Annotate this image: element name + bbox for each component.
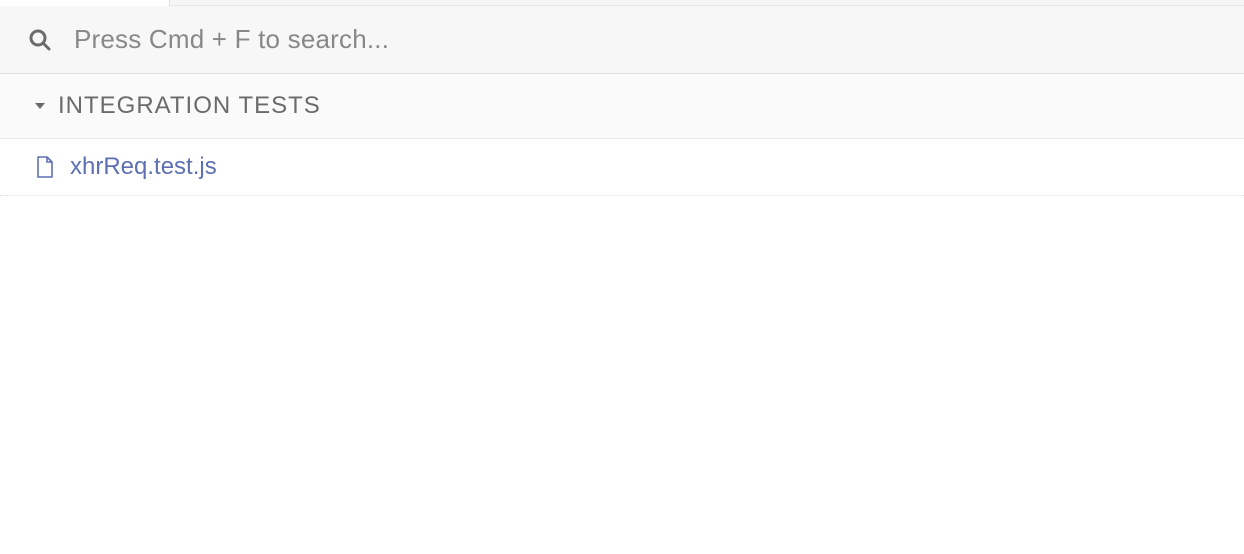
caret-down-icon <box>34 100 46 112</box>
test-file-name: xhrReq.test.js <box>70 153 217 181</box>
active-tab-indicator <box>0 0 170 6</box>
file-icon <box>36 156 54 178</box>
search-placeholder: Press Cmd + F to search... <box>74 24 389 55</box>
section-header-integration-tests[interactable]: INTEGRATION TESTS <box>0 74 1244 139</box>
search-icon <box>28 28 52 52</box>
tab-strip <box>0 0 1244 6</box>
section-title: INTEGRATION TESTS <box>58 92 321 120</box>
search-bar[interactable]: Press Cmd + F to search... <box>0 6 1244 74</box>
test-file-row[interactable]: xhrReq.test.js <box>0 139 1244 196</box>
